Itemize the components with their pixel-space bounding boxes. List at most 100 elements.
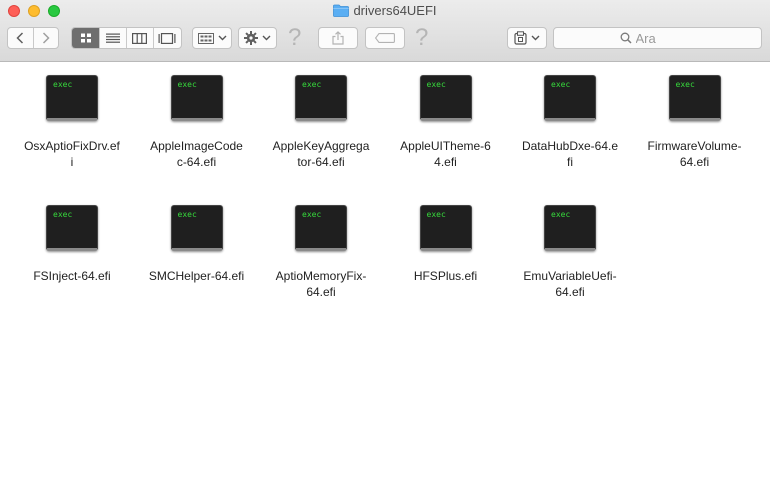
exec-file-icon: exec: [542, 203, 598, 255]
file-name: FSInject-64.efi: [10, 268, 134, 284]
share-button[interactable]: [318, 27, 358, 49]
file-name: FirmwareVolume- 64.efi: [633, 138, 757, 170]
folder-icon: [333, 4, 350, 17]
file-name-line: fi: [567, 155, 573, 169]
window-title-text: drivers64UEFI: [353, 3, 437, 18]
file-item[interactable]: exec OsxAptioFixDrv.ef i: [10, 63, 134, 183]
file-name-line: 64.efi: [555, 285, 585, 299]
file-item[interactable]: exec DataHubDxe-64.e fi: [508, 63, 632, 183]
toolbar: drivers64UEFI ? ? Ara: [0, 0, 770, 62]
file-name-line: FirmwareVolume-: [647, 139, 742, 153]
exec-label: exec: [177, 210, 197, 219]
navigation-buttons: [7, 27, 59, 49]
search-input[interactable]: [631, 30, 696, 46]
exec-label: exec: [426, 210, 446, 219]
tag-icon: [375, 33, 395, 43]
file-name-line: AppleUITheme-6: [400, 139, 491, 153]
file-item[interactable]: exec FirmwareVolume- 64.efi: [633, 63, 757, 183]
action-button[interactable]: [238, 27, 277, 49]
exec-file-icon: exec: [667, 73, 723, 125]
list-icon: [106, 33, 121, 43]
share-icon: [332, 31, 344, 45]
box-icon: [514, 31, 527, 45]
file-name-line: c-64.efi: [176, 155, 217, 169]
file-item[interactable]: exec AppleImageCode c-64.efi: [135, 63, 259, 183]
search-field[interactable]: [553, 27, 762, 49]
help-icon[interactable]: ?: [415, 25, 428, 51]
grid-icon: [80, 33, 91, 43]
file-name-line: 4.efi: [434, 155, 457, 169]
file-name: HFSPlus.efi: [384, 268, 508, 284]
exec-file-icon: exec: [169, 73, 225, 125]
exec-label: exec: [551, 210, 571, 219]
exec-label: exec: [426, 80, 446, 89]
chevron-down-icon: [218, 35, 226, 41]
exec-file-icon: exec: [418, 203, 474, 255]
terminal-icon: exec: [46, 205, 98, 251]
forward-button[interactable]: [34, 28, 59, 48]
file-item[interactable]: exec FSInject-64.efi: [10, 193, 134, 313]
exec-file-icon: exec: [169, 203, 225, 255]
exec-file-icon: exec: [418, 73, 474, 125]
file-name: AptioMemoryFix- 64.efi: [259, 268, 383, 300]
gear-icon: [244, 31, 258, 45]
search-icon: [620, 32, 632, 44]
help-icon[interactable]: ?: [288, 25, 301, 51]
file-name-line: 64.efi: [306, 285, 336, 299]
terminal-icon: exec: [295, 205, 347, 251]
file-name-line: AppleKeyAggrega: [272, 139, 370, 153]
icon-view-button[interactable]: [72, 28, 101, 48]
tags-button[interactable]: [365, 27, 405, 49]
terminal-icon: exec: [544, 205, 596, 251]
exec-label: exec: [302, 80, 322, 89]
terminal-icon: exec: [419, 205, 472, 251]
exec-file-icon: exec: [293, 73, 349, 125]
gallery-view-button[interactable]: [154, 28, 181, 48]
file-item[interactable]: exec HFSPlus.efi: [384, 193, 508, 313]
exec-label: exec: [302, 210, 322, 219]
file-name-line: tor-64.efi: [297, 155, 345, 169]
exec-file-icon: exec: [44, 203, 100, 255]
file-item[interactable]: exec SMCHelper-64.efi: [135, 193, 259, 313]
file-name-line: SMCHelper-64.efi: [148, 269, 245, 283]
chevron-left-icon: [16, 32, 24, 44]
terminal-icon: exec: [295, 75, 347, 121]
exec-label: exec: [53, 210, 73, 219]
file-name-line: FSInject-64.efi: [33, 269, 111, 283]
file-name-line: HFSPlus.efi: [413, 269, 478, 283]
exec-file-icon: exec: [542, 73, 598, 125]
file-name-line: EmuVariableUefi-: [523, 269, 617, 283]
file-name: AppleUITheme-6 4.efi: [384, 138, 508, 170]
chevron-down-icon: [531, 35, 540, 41]
file-name-line: 64.efi: [679, 155, 710, 169]
exec-file-icon: exec: [44, 73, 100, 125]
file-item[interactable]: exec EmuVariableUefi- 64.efi: [508, 193, 632, 313]
back-button[interactable]: [8, 28, 34, 48]
terminal-icon: exec: [419, 75, 472, 121]
exec-label: exec: [675, 80, 695, 89]
file-item[interactable]: exec AppleUITheme-6 4.efi: [384, 63, 508, 183]
columns-icon: [132, 32, 148, 44]
terminal-icon: exec: [46, 75, 98, 121]
file-item[interactable]: exec AppleKeyAggrega tor-64.efi: [259, 63, 383, 183]
file-name-line: AppleImageCode: [150, 139, 243, 153]
file-name-line: OsxAptioFixDrv.ef: [24, 139, 120, 153]
terminal-icon: exec: [170, 205, 223, 251]
group-by-button[interactable]: [192, 27, 232, 49]
exec-label: exec: [177, 80, 197, 89]
terminal-icon: exec: [544, 75, 596, 121]
terminal-icon: exec: [668, 75, 721, 121]
file-name-line: DataHubDxe-64.e: [521, 139, 619, 153]
file-name: AppleKeyAggrega tor-64.efi: [259, 138, 383, 170]
exec-file-icon: exec: [293, 203, 349, 255]
exec-label: exec: [551, 80, 571, 89]
group-grid-icon: [197, 32, 214, 44]
file-item[interactable]: exec AptioMemoryFix- 64.efi: [259, 193, 383, 313]
list-view-button[interactable]: [100, 28, 127, 48]
view-mode-control: [71, 27, 182, 49]
sync-menu-button[interactable]: [507, 27, 547, 49]
finder-window: drivers64UEFI ? ? Ara exec OsxAptioFixDr…: [0, 0, 770, 503]
column-view-button[interactable]: [127, 28, 154, 48]
file-name-line: i: [70, 155, 74, 169]
terminal-icon: exec: [170, 75, 223, 121]
